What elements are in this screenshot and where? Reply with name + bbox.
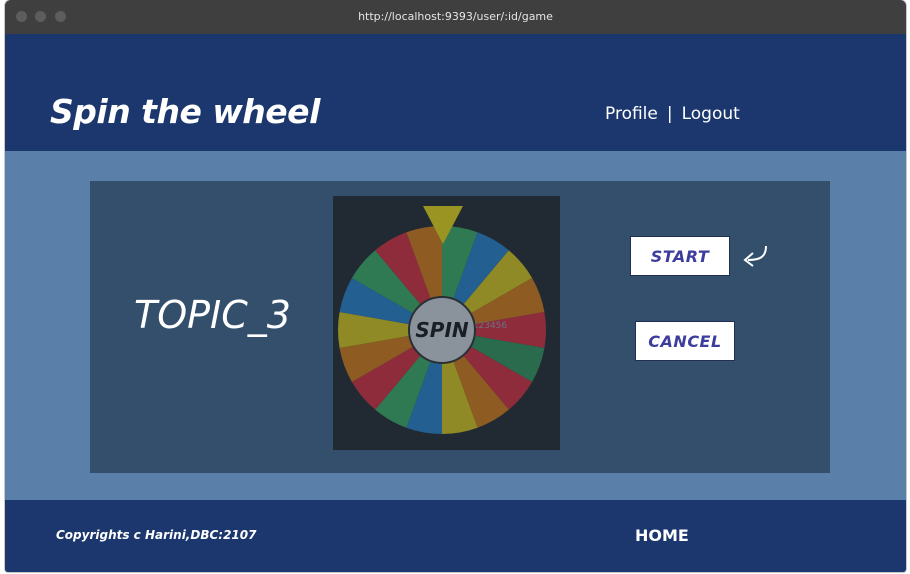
wheel-container: Hello World! 123456 SPIN [333, 196, 560, 450]
main-area: TOPIC_3 Hello World! 123456 SPIN START C… [5, 151, 906, 500]
game-panel: TOPIC_3 Hello World! 123456 SPIN START C… [90, 181, 830, 473]
spin-button[interactable]: SPIN [408, 296, 476, 364]
return-arrow-icon [743, 245, 767, 267]
site-header: Spin the wheel Profile | Logout [5, 34, 906, 151]
logout-link[interactable]: Logout [682, 104, 740, 124]
site-footer: Copyrights c Harini,DBC:2107 HOME [5, 500, 906, 572]
home-link[interactable]: HOME [635, 526, 689, 545]
copyright-text: Copyrights c Harini,DBC:2107 [56, 528, 257, 542]
start-button[interactable]: START [630, 236, 730, 276]
address-bar[interactable]: http://localhost:9393/user/:id/game [5, 10, 906, 23]
topic-title: TOPIC_3 [134, 293, 291, 337]
browser-window: http://localhost:9393/user/:id/game Spin… [5, 0, 906, 572]
brand-title: Spin the wheel [50, 92, 320, 131]
nav-separator: | [666, 104, 673, 124]
cancel-button[interactable]: CANCEL [635, 321, 735, 361]
top-nav: Profile | Logout [605, 104, 740, 124]
profile-link[interactable]: Profile [605, 104, 658, 124]
title-bar: http://localhost:9393/user/:id/game [5, 0, 906, 34]
